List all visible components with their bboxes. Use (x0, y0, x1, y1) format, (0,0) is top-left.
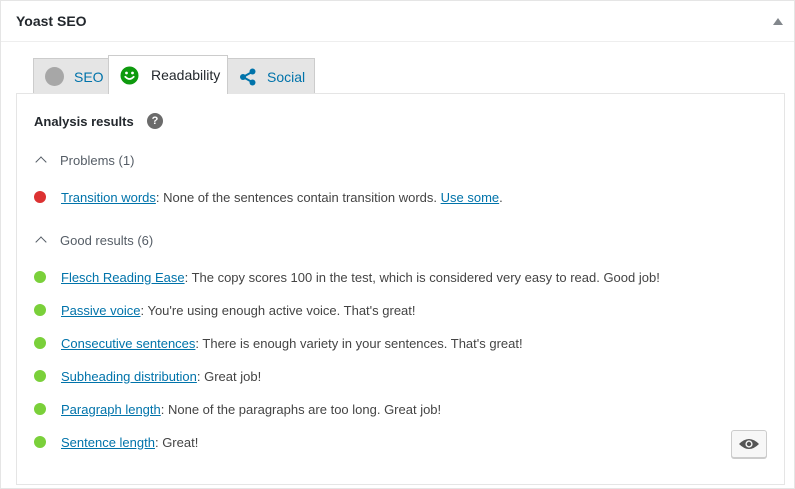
good-bullet-icon (34, 271, 46, 283)
result-item-subheading-distribution: Subheading distribution : Great job! (34, 367, 261, 385)
result-text: : You're using enough active voice. That… (140, 302, 416, 318)
problem-bullet-icon (34, 191, 46, 203)
chevron-up-icon (35, 156, 47, 168)
eye-icon (738, 437, 760, 451)
good-bullet-icon (34, 436, 46, 448)
subheading-distribution-link[interactable]: Subheading distribution (61, 369, 197, 384)
tab-social[interactable]: Social (227, 58, 315, 94)
good-bullet-icon (34, 304, 46, 316)
result-text: : Great job! (196, 368, 262, 384)
use-some-link[interactable]: Use some (441, 190, 500, 205)
chevron-up-icon (35, 236, 47, 248)
tab-seo[interactable]: SEO (33, 58, 109, 94)
highlight-toggle-button[interactable] (731, 430, 767, 458)
result-text: : The copy scores 100 in the test, which… (184, 269, 660, 285)
flesch-reading-ease-link[interactable]: Flesch Reading Ease (61, 270, 185, 285)
result-text: : None of the sentences contain transiti… (155, 189, 441, 205)
good-results-label: Good results (6) (60, 232, 154, 248)
paragraph-length-link[interactable]: Paragraph length (61, 402, 161, 417)
analysis-heading: Analysis results (34, 114, 134, 129)
consecutive-sentences-link[interactable]: Consecutive sentences (61, 336, 195, 351)
good-results-toggle[interactable]: Good results (6) (34, 231, 153, 249)
tab-readability-label: Readability (151, 67, 221, 83)
good-bullet-icon (34, 337, 46, 349)
help-icon[interactable]: ? (147, 113, 163, 129)
result-text: : There is enough variety in your senten… (195, 335, 523, 351)
result-item-sentence-length: Sentence length : Great! (34, 433, 198, 451)
passive-voice-link[interactable]: Passive voice (61, 303, 140, 318)
result-item-flesch: Flesch Reading Ease : The copy scores 10… (34, 268, 660, 286)
result-item-transition-words: Transition words : None of the sentences… (34, 188, 503, 206)
result-text-end: . (499, 189, 503, 205)
problems-toggle[interactable]: Problems (1) (34, 151, 134, 169)
result-item-passive-voice: Passive voice : You're using enough acti… (34, 301, 416, 319)
smiley-face-icon (120, 66, 139, 85)
seo-score-icon (45, 67, 64, 86)
tab-social-label: Social (267, 68, 306, 85)
good-bullet-icon (34, 403, 46, 415)
result-item-paragraph-length: Paragraph length : None of the paragraph… (34, 400, 441, 418)
result-text: : Great! (154, 434, 199, 450)
result-text: : None of the paragraphs are too long. G… (160, 401, 442, 417)
share-icon (239, 68, 257, 86)
tab-seo-label: SEO (74, 68, 104, 85)
metabox-title: Yoast SEO (16, 13, 87, 29)
problems-label: Problems (1) (60, 152, 135, 168)
yoast-seo-metabox: Yoast SEO SEO Readability Social Analysi… (0, 0, 795, 489)
metabox-header: Yoast SEO (1, 1, 794, 42)
transition-words-link[interactable]: Transition words (61, 190, 156, 205)
sentence-length-link[interactable]: Sentence length (61, 435, 155, 450)
good-bullet-icon (34, 370, 46, 382)
collapse-arrow-icon[interactable] (772, 17, 784, 27)
result-item-consecutive-sentences: Consecutive sentences : There is enough … (34, 334, 523, 352)
tab-readability[interactable]: Readability (108, 55, 228, 94)
